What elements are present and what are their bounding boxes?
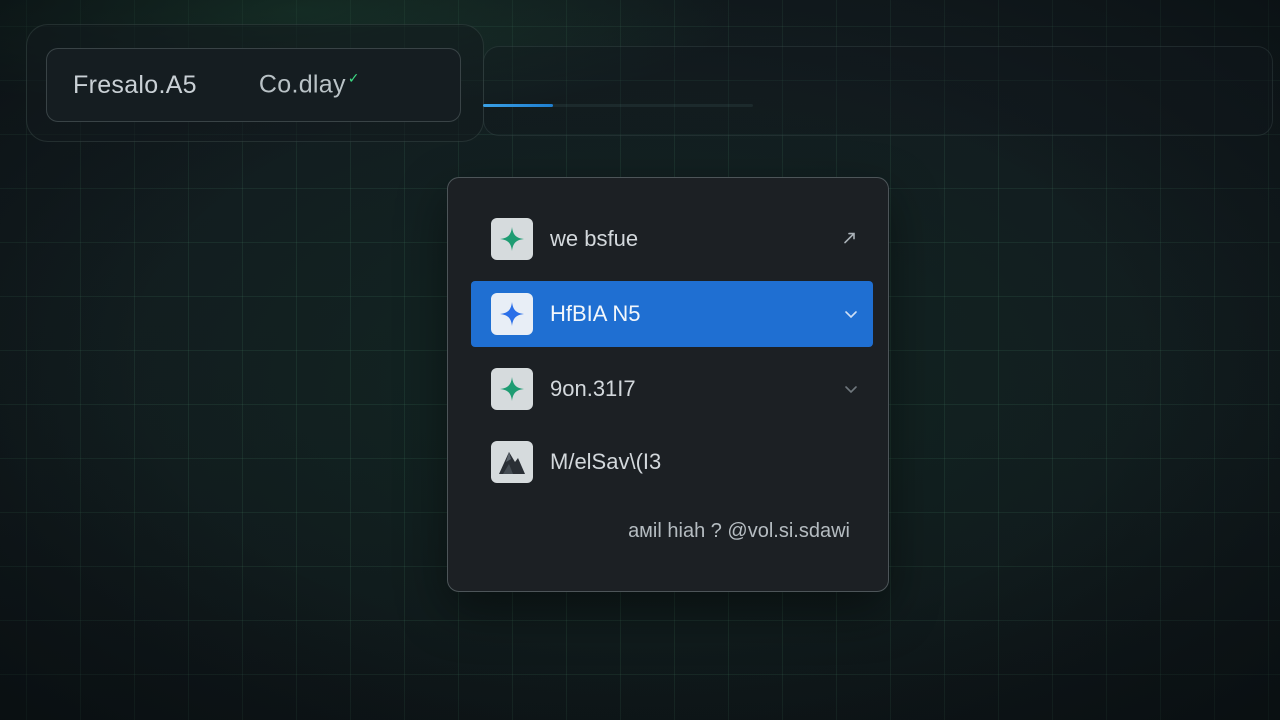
check-icon: ✓ <box>347 70 360 87</box>
topbar: Fresalo.A5 Co.dlay ✓ <box>46 48 461 122</box>
chevron-down-icon[interactable] <box>843 306 859 322</box>
menu-item-label: we bsfue <box>550 226 639 251</box>
menu-item-1[interactable]: we bsfue <box>471 206 873 272</box>
sparkle-icon <box>491 293 533 335</box>
menu-item-4[interactable]: M/elSav\(I3 <box>471 429 873 495</box>
model-dropdown-menu: we bsfue HfBIA N5 9on.31I7 M/elSav\(I3 a… <box>447 177 889 592</box>
sparkle-icon <box>491 218 533 260</box>
tab-label: Fresalo.A5 <box>73 70 197 99</box>
menu-footer-text: aмil hiah ? @vol.si.sdawi <box>628 520 850 542</box>
chevron-down-icon[interactable] <box>843 381 859 397</box>
content-panel <box>483 46 1273 136</box>
menu-item-label: M/elSav\(I3 <box>550 449 662 474</box>
menu-item-label: HfBIA N5 <box>550 301 641 326</box>
sparkle-icon <box>491 368 533 410</box>
mountain-icon <box>491 441 533 483</box>
progress-fill <box>483 104 554 107</box>
tab-label: Co.dlay <box>258 70 346 99</box>
menu-item-2-selected[interactable]: HfBIA N5 <box>471 281 873 347</box>
tab-model-secondary[interactable]: Co.dlay ✓ <box>259 70 360 99</box>
menu-item-3[interactable]: 9on.31I7 <box>471 356 873 422</box>
menu-item-label: 9on.31I7 <box>550 376 636 401</box>
tab-model-primary[interactable]: Fresalo.A5 <box>73 71 197 100</box>
progress-bar <box>483 104 753 107</box>
arrow-icon <box>844 232 855 244</box>
